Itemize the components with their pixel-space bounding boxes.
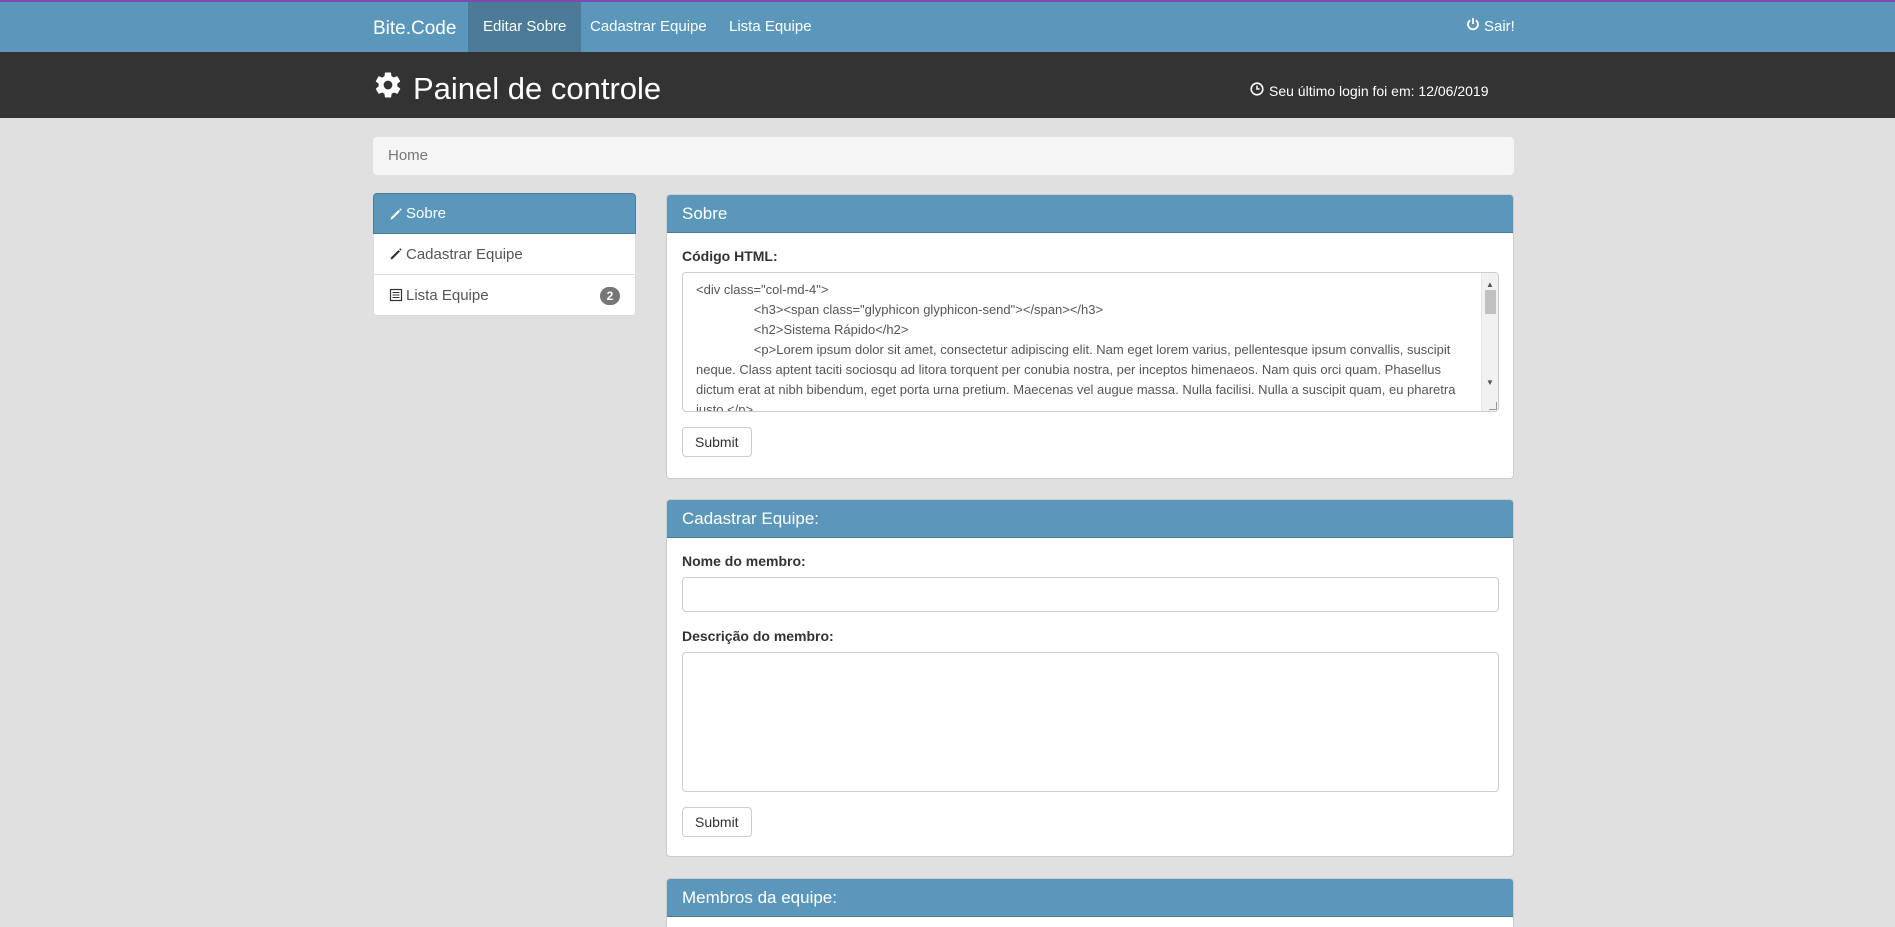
nav-lista-equipe[interactable]: Lista Equipe [714, 2, 827, 52]
member-name-input[interactable] [682, 577, 1499, 612]
panel-title: Membros da equipe: [667, 879, 1513, 917]
sidebar-item-lista-equipe[interactable]: Lista Equipe 2 [373, 275, 636, 316]
top-navbar: Bite.Code Editar Sobre Cadastrar Equipe … [0, 0, 1895, 52]
textarea-scrollbar[interactable]: ▲ ▼ [1481, 273, 1498, 411]
power-icon [1466, 2, 1480, 52]
html-code-textarea[interactable]: <div class="col-md-4"> <h3><span class="… [682, 272, 1499, 412]
scroll-down-icon[interactable]: ▼ [1486, 373, 1494, 393]
sidebar-item-label: Sobre [406, 205, 447, 222]
nav-editar-sobre[interactable]: Editar Sobre [468, 2, 582, 52]
sobre-submit-button[interactable]: Submit [682, 427, 752, 457]
sidebar-item-sobre[interactable]: Sobre [373, 193, 636, 234]
last-login-info: Seu último login foi em: 12/06/2019 [1250, 82, 1488, 99]
page-header: Painel de controle Seu último login foi … [0, 52, 1895, 118]
brand-link[interactable]: Bite.Code [373, 18, 456, 40]
breadcrumb: Home [373, 137, 1514, 175]
html-code-label: Código HTML: [682, 248, 778, 264]
member-name-label: Nome do membro: [682, 553, 806, 569]
cadastrar-equipe-panel: Cadastrar Equipe: Nome do membro: Descri… [666, 499, 1514, 857]
sobre-panel: Sobre Código HTML: <div class="col-md-4"… [666, 194, 1514, 479]
scrollbar-thumb[interactable] [1485, 290, 1496, 314]
list-icon [389, 288, 403, 302]
panel-title: Sobre [667, 195, 1513, 233]
resize-grip-icon[interactable] [1489, 402, 1497, 410]
logout-label: Sair! [1484, 18, 1515, 35]
code-line: <p>Lorem ipsum dolor sit amet, consectet… [696, 342, 1460, 412]
panel-title: Cadastrar Equipe: [667, 500, 1513, 538]
sidebar: Sobre Cadastrar Equipe Lista Equipe 2 [373, 193, 636, 316]
last-login-text: Seu último login foi em: 12/06/2019 [1269, 82, 1489, 99]
pencil-icon [389, 207, 403, 221]
page-title: Painel de controle [373, 70, 661, 108]
sidebar-item-label: Cadastrar Equipe [406, 245, 523, 263]
code-line: <h2>Sistema Rápido</h2> [696, 322, 909, 337]
page-title-text: Painel de controle [413, 71, 662, 106]
sidebar-item-cadastrar-equipe[interactable]: Cadastrar Equipe [373, 234, 636, 275]
sidebar-item-label: Lista Equipe [406, 286, 489, 304]
logout-link[interactable]: Sair! [1466, 2, 1515, 52]
membros-panel: Membros da equipe: [666, 878, 1514, 927]
count-badge: 2 [600, 287, 620, 305]
clock-icon [1250, 82, 1264, 99]
nav-cadastrar-equipe[interactable]: Cadastrar Equipe [575, 2, 722, 52]
code-line: <div class="col-md-4"> [696, 282, 829, 297]
gear-icon [373, 70, 403, 108]
member-description-label: Descrição do membro: [682, 628, 834, 644]
member-description-textarea[interactable] [682, 652, 1499, 792]
pencil-icon [389, 247, 403, 261]
cadastrar-submit-button[interactable]: Submit [682, 807, 752, 837]
breadcrumb-home[interactable]: Home [388, 147, 428, 164]
code-line: <h3><span class="glyphicon glyphicon-sen… [696, 302, 1104, 317]
